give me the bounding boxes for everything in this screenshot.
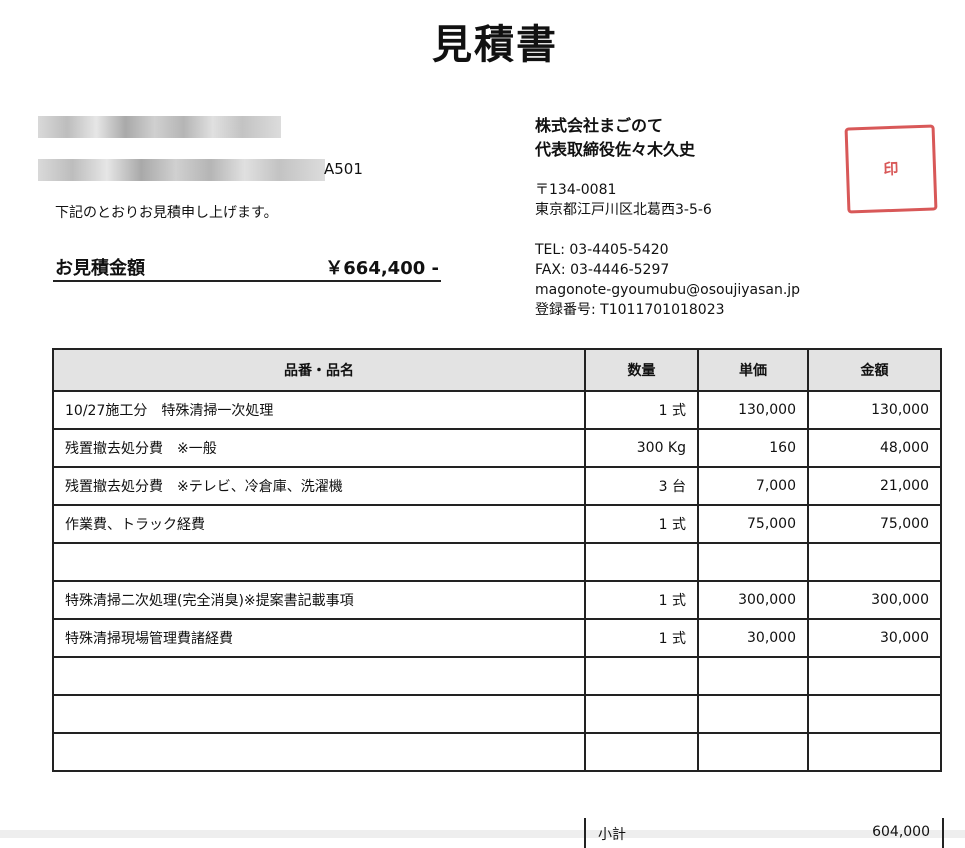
table-row: 残置撤去処分費 ※テレビ、冷倉庫、洗濯機 3 台 7,000 21,000 [52,466,942,506]
cell-unit-price: 7,000 [697,466,809,506]
table-row [52,732,942,772]
cell-amount: 48,000 [807,428,942,468]
cell-unit-price [697,694,809,734]
cell-unit-price: 300,000 [697,580,809,620]
header-unit-price: 単価 [697,348,809,392]
issuer-fax: FAX: 03-4446-5297 [535,262,670,278]
cell-item [52,694,586,734]
cell-item: 特殊清掃現場管理費諸経費 [52,618,586,658]
cell-item [52,656,586,696]
company-seal-stamp: 印 [844,124,938,214]
cell-unit-price: 30,000 [697,618,809,658]
cell-amount [807,656,942,696]
issuer-company: 株式会社まごのて [535,116,664,135]
cell-qty [584,694,699,734]
cell-qty: 300 Kg [584,428,699,468]
table-row: 特殊清掃二次処理(完全消臭)※提案書記載事項 1 式 300,000 300,0… [52,580,942,620]
header-amount: 金額 [807,348,942,392]
subtotal-row: 小計 604,000 [584,818,944,848]
cell-unit-price: 130,000 [697,390,809,430]
issuer-block: 株式会社まごのて 代表取締役佐々木久史 [535,114,695,162]
cell-qty: 3 台 [584,466,699,506]
cell-qty: 1 式 [584,390,699,430]
cell-unit-price: 75,000 [697,504,809,544]
subtotal-label: 小計 [598,827,626,843]
greeting-text: 下記のとおりお見積申し上げます。 [55,205,278,221]
table-row [52,694,942,734]
cell-amount [807,694,942,734]
cell-item: 残置撤去処分費 ※テレビ、冷倉庫、洗濯機 [52,466,586,506]
table-row: 特殊清掃現場管理費諸経費 1 式 30,000 30,000 [52,618,942,658]
cell-unit-price [697,732,809,772]
cell-qty [584,732,699,772]
cell-item [52,732,586,772]
cell-amount [807,732,942,772]
estimate-amount-label: お見積金額 [55,258,145,279]
cell-amount: 75,000 [807,504,942,544]
cell-item: 特殊清掃二次処理(完全消臭)※提案書記載事項 [52,580,586,620]
cell-qty: 1 式 [584,580,699,620]
redacted-recipient-address [38,159,325,181]
cell-unit-price [697,542,809,582]
cell-amount: 300,000 [807,580,942,620]
issuer-contact-block: TEL: 03-4405-5420 FAX: 03-4446-5297 mago… [535,240,800,320]
cell-amount: 130,000 [807,390,942,430]
cell-item [52,542,586,582]
cell-amount [807,542,942,582]
cell-unit-price [697,656,809,696]
issuer-address: 東京都江戸川区北葛西3-5-6 [535,202,712,218]
issuer-address-block: 〒134-0081 東京都江戸川区北葛西3-5-6 [535,180,712,220]
estimate-amount-box: お見積金額 ￥664,400 - [53,252,441,282]
cell-qty [584,656,699,696]
issuer-registration: 登録番号: T1011701018023 [535,302,725,318]
redacted-recipient-name [38,116,281,138]
estimate-amount-value: ￥664,400 - [325,258,439,279]
cell-qty [584,542,699,582]
issuer-email: magonote-gyoumubu@osoujiyasan.jp [535,282,801,298]
estimate-items-table: 品番・品名 数量 単価 金額 10/27施工分 特殊清掃一次処理 1 式 130… [52,348,942,772]
table-header-row: 品番・品名 数量 単価 金額 [52,348,942,392]
cell-unit-price: 160 [697,428,809,468]
document-title: 見積書 [432,22,558,68]
table-row: 作業費、トラック経費 1 式 75,000 75,000 [52,504,942,544]
cell-amount: 21,000 [807,466,942,506]
table-row: 残置撤去処分費 ※一般 300 Kg 160 48,000 [52,428,942,468]
cell-qty: 1 式 [584,504,699,544]
issuer-representative: 代表取締役佐々木久史 [535,140,696,159]
issuer-tel: TEL: 03-4405-5420 [535,242,669,258]
header-item: 品番・品名 [52,348,586,392]
cell-item: 残置撤去処分費 ※一般 [52,428,586,468]
cell-item: 10/27施工分 特殊清掃一次処理 [52,390,586,430]
cell-qty: 1 式 [584,618,699,658]
table-row [52,656,942,696]
cell-item: 作業費、トラック経費 [52,504,586,544]
cell-amount: 30,000 [807,618,942,658]
recipient-address-suffix: A501 [324,160,363,178]
header-qty: 数量 [584,348,699,392]
table-row: 10/27施工分 特殊清掃一次処理 1 式 130,000 130,000 [52,390,942,430]
issuer-postal: 〒134-0081 [535,182,617,198]
table-row [52,542,942,582]
